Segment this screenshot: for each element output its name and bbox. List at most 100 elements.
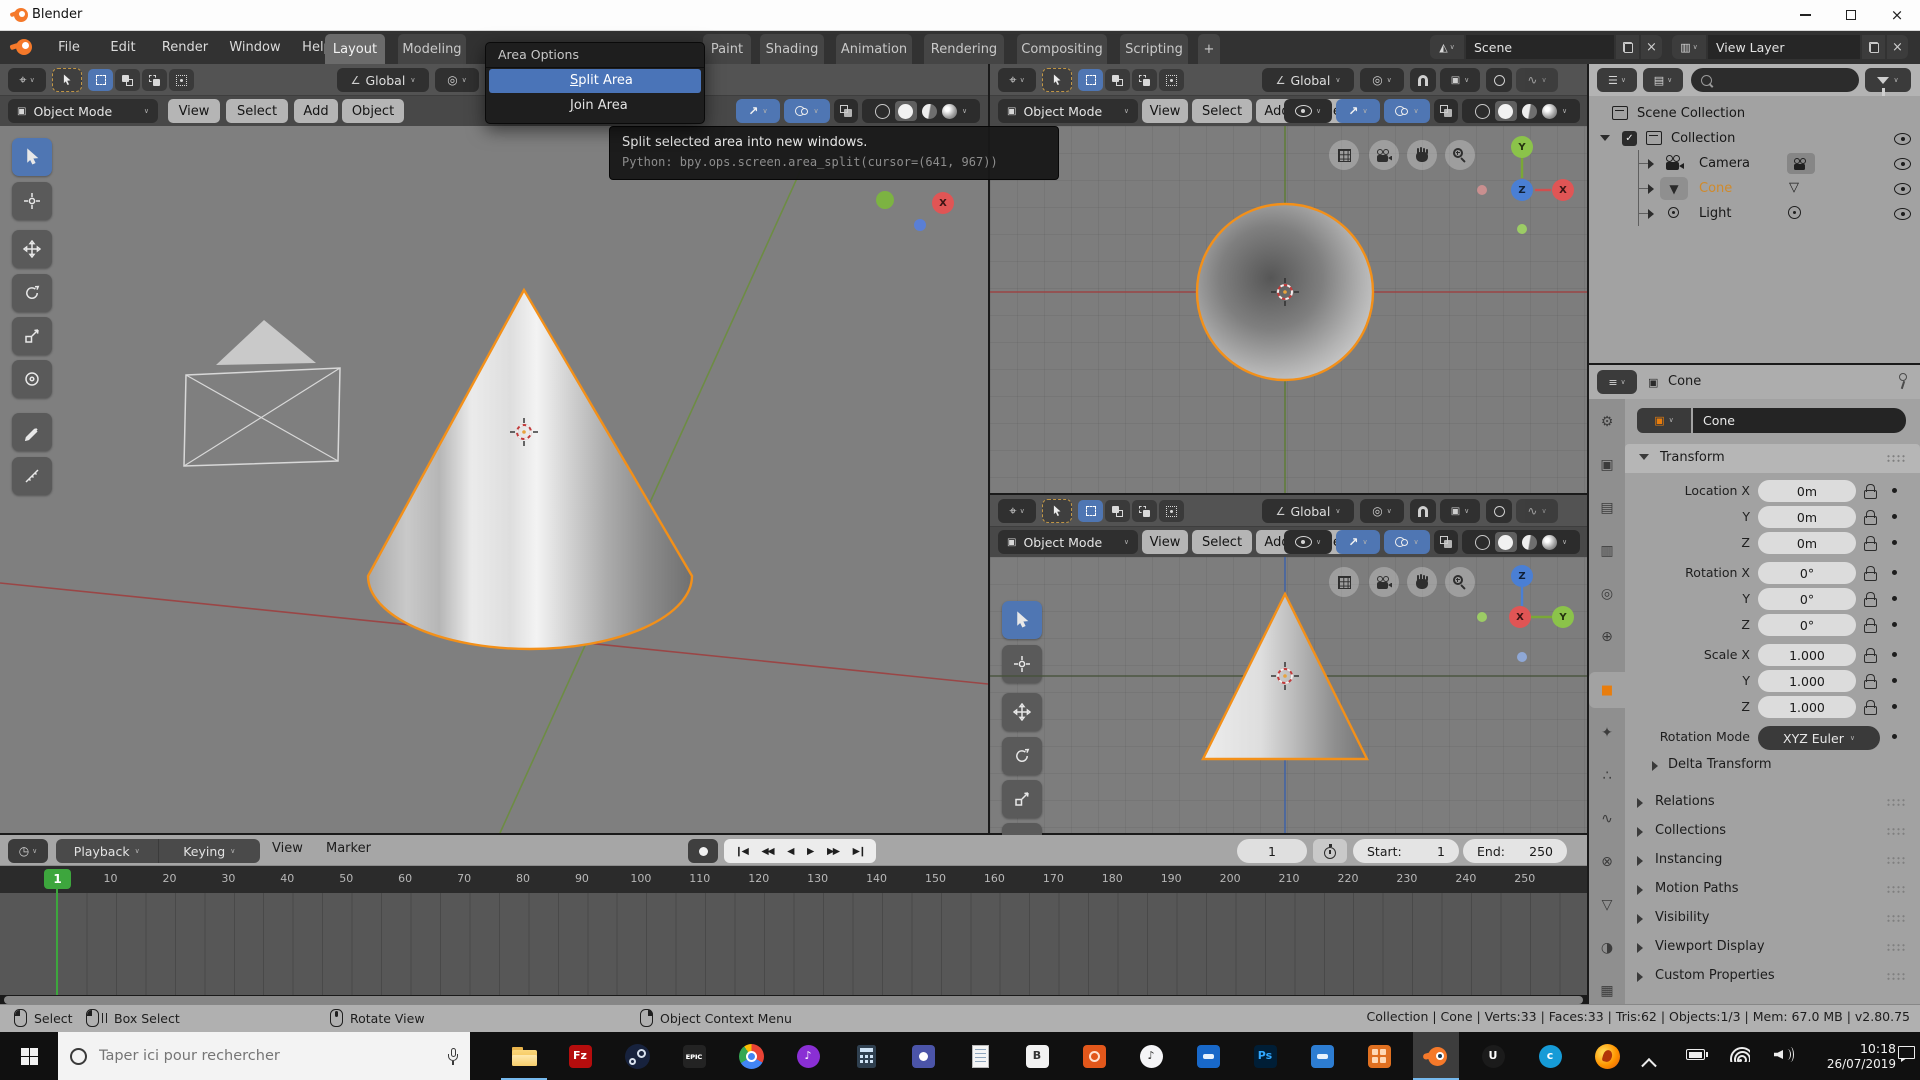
shading-solid-button[interactable] <box>895 101 917 121</box>
right-menu-view[interactable]: View <box>1142 530 1188 554</box>
tab-animation[interactable]: Animation <box>836 34 912 64</box>
outliner-display-mode-button[interactable]: ▤∨ <box>1643 68 1683 92</box>
shading-material-button[interactable] <box>1522 104 1537 119</box>
menu-item-split-area[interactable]: Split Area <box>489 69 701 93</box>
taskbar-app-bandicam[interactable]: B <box>1014 1032 1060 1080</box>
animate-dot[interactable] <box>1892 678 1897 683</box>
tab-modeling[interactable]: Modeling <box>398 34 466 64</box>
window-minimize-button[interactable] <box>1782 0 1828 30</box>
shading-wireframe-button[interactable] <box>875 104 890 119</box>
animate-dot[interactable] <box>1892 652 1897 657</box>
end-frame-field[interactable]: End:250 <box>1463 839 1567 863</box>
properties-tab-particles[interactable]: ∴ <box>1589 758 1625 794</box>
stopwatch-button[interactable] <box>1313 839 1347 863</box>
right-xray-toggle[interactable] <box>1434 530 1458 554</box>
main-gizmos-dropdown[interactable]: ↗∨ <box>736 99 780 123</box>
properties-editor-type-button[interactable]: ≡∨ <box>1597 370 1637 394</box>
panel-drag-dots[interactable] <box>1886 972 1906 981</box>
top-active-tool-button[interactable] <box>1042 68 1072 92</box>
properties-tab-render[interactable]: ▣ <box>1589 447 1625 483</box>
timeline-menu-playback[interactable]: Playback∨ <box>56 839 159 863</box>
tab-shading[interactable]: Shading <box>760 34 824 64</box>
taskbar-app-epic-games[interactable]: EPICEPIC <box>671 1032 717 1080</box>
transform-value-field[interactable]: 1.000 <box>1758 696 1856 718</box>
main-menu-view[interactable]: View <box>168 99 220 123</box>
tray-wifi-icon[interactable] <box>1730 1047 1750 1062</box>
playhead-line[interactable] <box>56 889 58 995</box>
right-editor-type-button[interactable]: ⌖∨ <box>998 499 1036 523</box>
right-falloff-dropdown[interactable]: ∿∨ <box>1516 499 1558 523</box>
main-select-mode-1[interactable] <box>115 69 140 91</box>
record-button[interactable] <box>688 839 718 863</box>
transform-value-field[interactable]: 0m <box>1758 506 1856 528</box>
scene-unlink-button[interactable]: × <box>1641 35 1662 59</box>
taskbar-app-itunes[interactable]: ♪ <box>1128 1032 1174 1080</box>
view-layer-new-button[interactable] <box>1862 35 1885 59</box>
light-data-icon[interactable] <box>1787 205 1803 221</box>
current-frame-badge[interactable]: 1 <box>44 869 71 889</box>
taskbar-app-wallpaper-grid[interactable] <box>1356 1032 1402 1080</box>
view-layer-unlink-button[interactable]: × <box>1887 35 1908 59</box>
panel-drag-dots[interactable] <box>1886 798 1906 807</box>
lock-icon[interactable] <box>1864 484 1877 498</box>
top-select-mode-3[interactable] <box>1159 69 1184 91</box>
top-snap-dropdown[interactable]: ▣∨ <box>1440 68 1480 92</box>
top-snap-toggle[interactable] <box>1410 68 1436 92</box>
outliner-filter-button[interactable]: ∨ <box>1865 68 1911 92</box>
properties-tab-material[interactable]: ◑ <box>1589 930 1625 966</box>
main-active-tool-button[interactable] <box>52 68 82 92</box>
viewport-top-scene[interactable]: YZX <box>990 126 1587 493</box>
right-snap-dropdown[interactable]: ▣∨ <box>1440 499 1480 523</box>
main-menu-add[interactable]: Add <box>294 99 338 123</box>
taskbar-app-app-blue[interactable] <box>1185 1032 1231 1080</box>
expander-icon[interactable] <box>1648 159 1654 169</box>
viewport-main-scene[interactable]: X <box>0 126 988 833</box>
view-layer-name-field[interactable]: View Layer <box>1708 35 1860 59</box>
taskbar-app-app-cyan[interactable]: c <box>1527 1032 1573 1080</box>
current-frame-field[interactable]: 1 <box>1237 839 1307 863</box>
transform-value-field[interactable]: 1.000 <box>1758 644 1856 666</box>
transform-value-field[interactable]: 0m <box>1758 480 1856 502</box>
shading-wireframe-button[interactable] <box>1475 535 1490 550</box>
taskbar-app-app-indigo[interactable] <box>900 1032 946 1080</box>
transform-drag-dots[interactable] <box>1886 454 1906 463</box>
timeline-menu-keying[interactable]: Keying∨ <box>159 839 261 863</box>
taskbar-app-chrome[interactable] <box>728 1032 774 1080</box>
taskbar-app-calculator[interactable] <box>843 1032 889 1080</box>
panel-drag-dots[interactable] <box>1886 827 1906 836</box>
top-gizmos-dropdown[interactable]: ↗∨ <box>1336 99 1380 123</box>
panel-drag-dots[interactable] <box>1886 856 1906 865</box>
transform-value-field[interactable]: 0° <box>1758 562 1856 584</box>
taskbar-app-notepad[interactable] <box>957 1032 1003 1080</box>
lock-icon[interactable] <box>1864 700 1877 714</box>
object-name-field[interactable]: Cone <box>1693 408 1906 433</box>
viewport-right-scene[interactable]: ZXY <box>990 557 1587 833</box>
search-input[interactable] <box>97 1047 438 1065</box>
taskbar-app-firefox[interactable] <box>1584 1032 1630 1080</box>
taskbar-app-file-explorer[interactable] <box>501 1032 547 1080</box>
right-active-tool-button[interactable] <box>1042 499 1072 523</box>
start-button[interactable] <box>0 1032 58 1080</box>
right-select-mode-0[interactable] <box>1078 500 1103 522</box>
taskbar-app-deezer[interactable]: ♪ <box>785 1032 831 1080</box>
shading-material-button[interactable] <box>922 104 937 119</box>
tray-clock[interactable]: 10:1826/07/2019 <box>1806 1037 1896 1075</box>
timeline-editor-type-button[interactable]: ◷∨ <box>8 839 48 863</box>
panel-drag-dots[interactable] <box>1886 943 1906 952</box>
taskbar-app-app-azure[interactable] <box>1299 1032 1345 1080</box>
outliner-row-cone[interactable]: ▼Cone▽ <box>1589 177 1920 201</box>
outliner-row-scene-collection[interactable]: Scene Collection <box>1589 102 1920 126</box>
main-menu-select[interactable]: Select <box>226 99 288 123</box>
main-editor-type-button[interactable]: ⌖∨ <box>8 68 46 92</box>
lock-icon[interactable] <box>1864 566 1877 580</box>
tab-new[interactable]: + <box>1198 34 1220 64</box>
top-select-mode-0[interactable] <box>1078 69 1103 91</box>
tab-layout[interactable]: Layout <box>325 34 385 64</box>
main-mode-dropdown[interactable]: ▣Object Mode∨ <box>8 99 158 123</box>
taskbar-app-app-orange[interactable] <box>1071 1032 1117 1080</box>
panel-drag-dots[interactable] <box>1886 914 1906 923</box>
right-select-mode-1[interactable] <box>1105 500 1130 522</box>
window-maximize-button[interactable] <box>1828 0 1874 30</box>
scene-new-button[interactable] <box>1616 35 1639 59</box>
animate-dot[interactable] <box>1892 514 1897 519</box>
